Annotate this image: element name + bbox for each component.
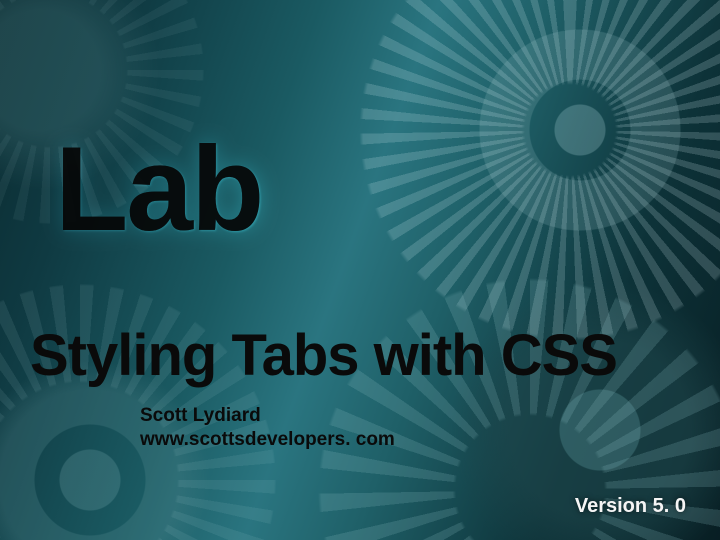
author-name: Scott Lydiard [140,404,395,428]
version-label: Version 5. 0 [575,495,686,518]
slide-subtitle: Styling Tabs with CSS [30,322,617,389]
author-block: Scott Lydiard www.scottsdevelopers. com [140,404,395,452]
decorative-gear [380,0,720,320]
slide-title-overlay: Lab [55,120,262,258]
author-website: www.scottsdevelopers. com [140,428,395,452]
